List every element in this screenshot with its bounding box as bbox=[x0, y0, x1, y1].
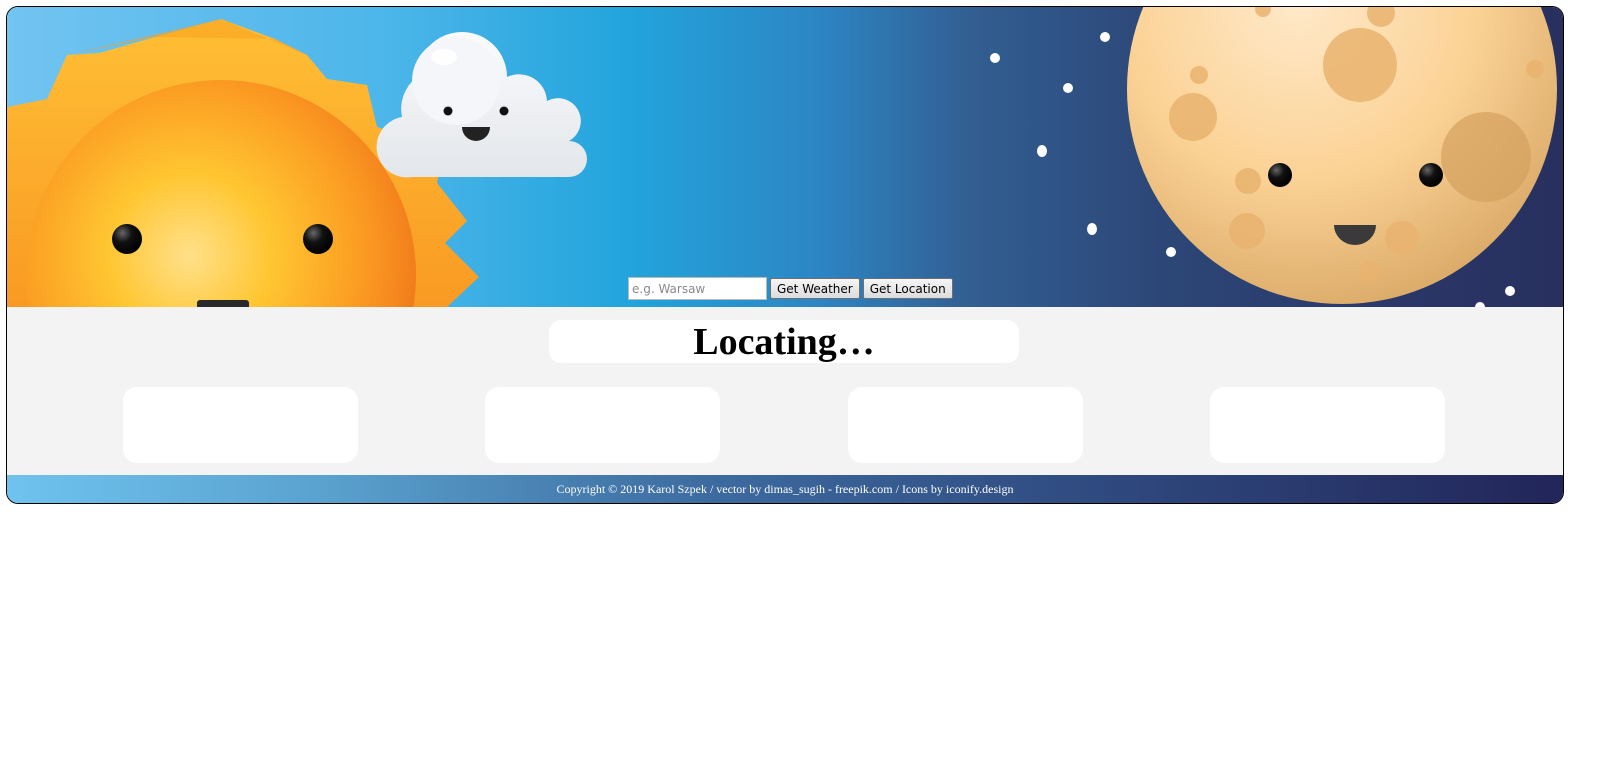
status-heading: Locating… bbox=[693, 320, 875, 363]
search-bar: Get Weather Get Location bbox=[628, 277, 953, 300]
footer-separator: / bbox=[892, 481, 902, 496]
forecast-card-3 bbox=[848, 387, 1083, 463]
sun-right-eye bbox=[303, 224, 333, 254]
sun-mouth bbox=[197, 300, 249, 307]
moon-illustration bbox=[1127, 7, 1557, 304]
hero-banner: Get Weather Get Location bbox=[7, 7, 1563, 307]
weather-app-window: Get Weather Get Location Locating… Copyr… bbox=[6, 6, 1564, 504]
status-panel: Locating… bbox=[549, 320, 1019, 363]
footer: Copyright © 2019 Karol Szpek / vector by… bbox=[7, 475, 1563, 503]
footer-separator: / bbox=[706, 481, 717, 496]
footer-vector-credit: vector by dimas_sugih - freepik.com bbox=[716, 481, 893, 496]
city-search-input[interactable] bbox=[628, 277, 767, 300]
get-weather-button[interactable]: Get Weather bbox=[770, 278, 860, 299]
moon-left-eye bbox=[1268, 163, 1292, 187]
get-location-button[interactable]: Get Location bbox=[862, 278, 953, 299]
sun-left-eye bbox=[112, 224, 142, 254]
cloud-illustration bbox=[376, 32, 587, 178]
footer-icons-credit: Icons by iconify.design bbox=[901, 481, 1014, 496]
forecast-card-1 bbox=[123, 387, 358, 463]
forecast-card-4 bbox=[1210, 387, 1445, 463]
hero-illustration bbox=[7, 7, 1557, 307]
footer-copyright: Copyright © 2019 Karol Szpek bbox=[556, 481, 707, 496]
forecast-card-2 bbox=[485, 387, 720, 463]
moon-right-eye bbox=[1419, 163, 1443, 187]
